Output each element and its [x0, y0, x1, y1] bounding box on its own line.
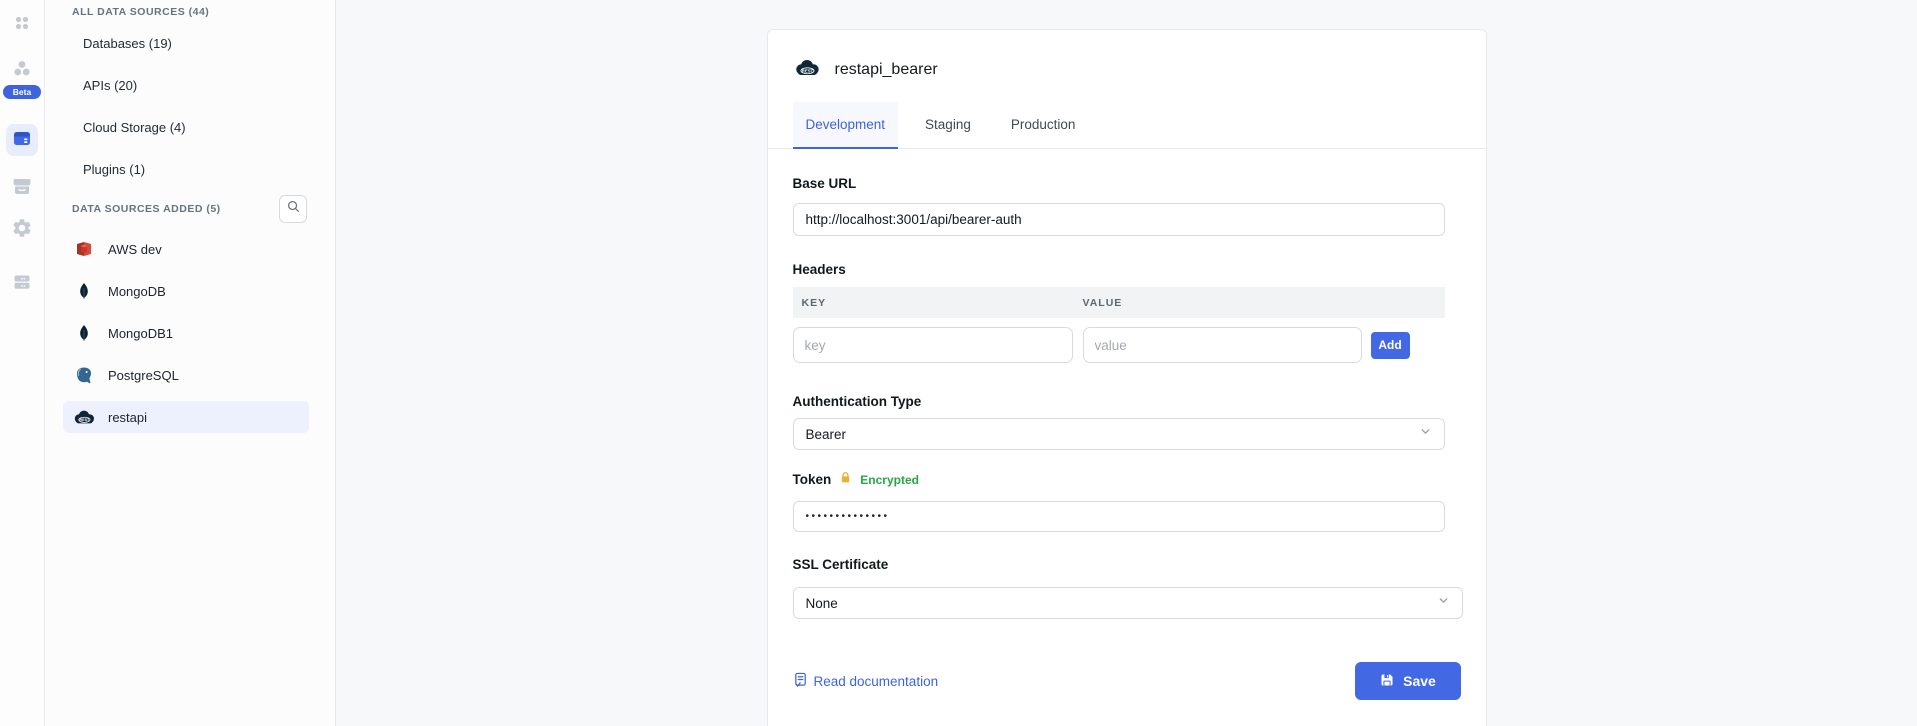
source-item-mongodb1[interactable]: MongoDB1: [63, 317, 309, 349]
save-floppy-icon: [1379, 672, 1395, 691]
auth-type-value: Bearer: [806, 427, 847, 442]
tab-staging[interactable]: Staging: [912, 102, 984, 149]
apps-nav-button[interactable]: [6, 9, 38, 41]
chevron-down-icon: [1419, 425, 1432, 443]
document-icon: [793, 672, 808, 691]
list-item: MongoDB: [45, 270, 335, 312]
mongodb-icon: [72, 323, 96, 343]
sidebar-item-plugins[interactable]: Plugins (1): [45, 148, 335, 190]
marketplace-icon: [11, 175, 33, 202]
rest-cloud-icon: REST: [793, 58, 821, 82]
source-item-restapi[interactable]: REST restapi: [63, 401, 309, 433]
postgresql-icon: [72, 365, 96, 385]
page-title: restapi_bearer: [835, 61, 938, 79]
headers-label: Headers: [793, 263, 1461, 277]
workflows-nav-button[interactable]: [6, 55, 38, 87]
icon-rail: Beta: [0, 0, 45, 726]
database-nav-button[interactable]: [6, 268, 38, 300]
ssl-certificate-select[interactable]: None: [793, 587, 1463, 619]
chevron-down-icon: [1437, 594, 1450, 612]
key-column-header: KEY: [793, 297, 1083, 309]
headers-table-header: KEY VALUE: [793, 287, 1445, 318]
tab-production[interactable]: Production: [998, 102, 1089, 149]
save-button-label: Save: [1403, 673, 1436, 689]
data-source-card: REST restapi_bearer Development Staging …: [767, 29, 1487, 726]
gear-icon: [11, 217, 33, 244]
auth-type-label: Authentication Type: [793, 395, 1461, 409]
read-documentation-link[interactable]: Read documentation: [793, 672, 939, 691]
data-sources-icon: [11, 127, 33, 154]
aws-icon: [72, 239, 96, 259]
source-item-label: MongoDB1: [108, 326, 173, 341]
source-item-label: MongoDB: [108, 284, 166, 299]
header-key-input[interactable]: [793, 327, 1073, 363]
lock-icon: [839, 471, 852, 489]
header-value-input[interactable]: [1083, 327, 1362, 363]
token-input[interactable]: [793, 501, 1445, 532]
sidebar-item-apis[interactable]: APIs (20): [45, 64, 335, 106]
svg-text:REST: REST: [80, 418, 91, 422]
value-column-header: VALUE: [1083, 297, 1123, 309]
source-item-postgresql[interactable]: PostgreSQL: [63, 359, 309, 391]
apps-icon: [12, 13, 32, 38]
list-item: PostgreSQL: [45, 354, 335, 396]
marketplace-nav-button[interactable]: [6, 172, 38, 204]
environment-tabs: Development Staging Production: [768, 102, 1486, 149]
auth-type-select[interactable]: Bearer: [793, 418, 1445, 450]
mongodb-icon: [72, 281, 96, 301]
base-url-label: Base URL: [793, 177, 1461, 191]
ssl-certificate-label: SSL Certificate: [793, 558, 1461, 572]
sidebar-item-databases[interactable]: Databases (19): [45, 22, 335, 64]
list-item: REST restapi: [45, 396, 335, 438]
svg-text:REST: REST: [801, 68, 813, 73]
beta-badge: Beta: [3, 85, 41, 99]
encrypted-badge: Encrypted: [860, 473, 919, 487]
source-item-aws-dev[interactable]: AWS dev: [63, 233, 309, 265]
base-url-input[interactable]: [793, 203, 1445, 236]
all-data-sources-header: ALL DATA SOURCES (44): [45, 0, 335, 20]
rest-cloud-icon: REST: [72, 407, 96, 427]
sidebar-item-cloud-storage[interactable]: Cloud Storage (4): [45, 106, 335, 148]
source-item-label: AWS dev: [108, 242, 162, 257]
search-button[interactable]: [279, 195, 307, 223]
source-item-mongodb[interactable]: MongoDB: [63, 275, 309, 307]
settings-nav-button[interactable]: [6, 214, 38, 246]
workflows-icon: [11, 58, 33, 85]
data-sources-sidebar: ALL DATA SOURCES (44) Databases (19) API…: [45, 0, 336, 726]
token-label: Token: [793, 473, 832, 487]
database-icon: [11, 271, 33, 298]
data-sources-added-header: DATA SOURCES ADDED (5): [45, 203, 221, 215]
data-sources-nav-button[interactable]: [6, 124, 38, 156]
list-item: MongoDB1: [45, 312, 335, 354]
source-item-label: PostgreSQL: [108, 368, 179, 383]
ssl-certificate-value: None: [806, 596, 838, 611]
save-button[interactable]: Save: [1355, 662, 1461, 700]
add-header-button[interactable]: Add: [1371, 332, 1410, 359]
main-content: REST restapi_bearer Development Staging …: [336, 0, 1917, 726]
search-icon: [286, 199, 301, 219]
read-documentation-label: Read documentation: [814, 674, 939, 689]
list-item: AWS dev: [45, 228, 335, 270]
tab-development[interactable]: Development: [793, 102, 899, 149]
source-item-label: restapi: [108, 410, 147, 425]
